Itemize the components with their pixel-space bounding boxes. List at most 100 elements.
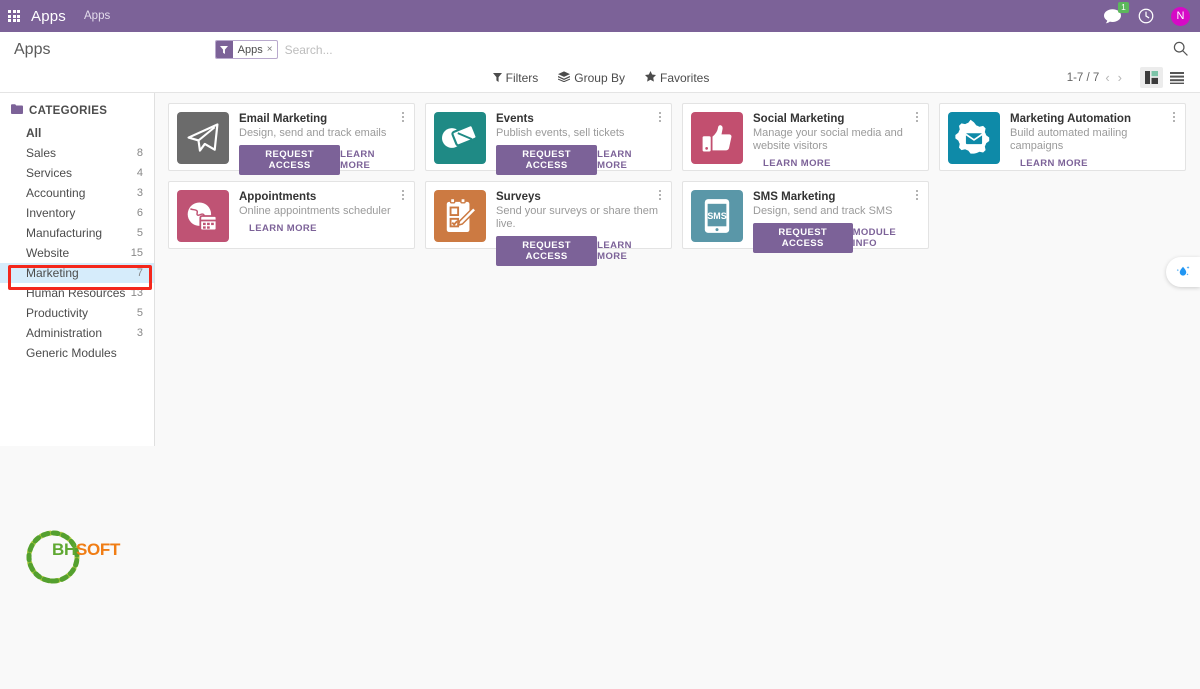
app-card-body: Marketing Automation Build automated mail… xyxy=(1010,112,1177,169)
sidebar-item-inventory[interactable]: Inventory 6 xyxy=(0,203,154,223)
learn-more-link[interactable]: LEARN MORE xyxy=(763,158,835,169)
sidebar-item-sales[interactable]: Sales 8 xyxy=(0,143,154,163)
card-menu-icon[interactable] xyxy=(913,188,921,202)
logo-text-soft: SOFT xyxy=(75,540,121,559)
app-description: Design, send and track SMS xyxy=(753,205,893,217)
folder-icon xyxy=(11,104,23,117)
layers-icon xyxy=(558,70,571,85)
sidebar-item-count: 4 xyxy=(136,167,143,179)
sidebar-item-marketing[interactable]: Marketing 7 xyxy=(0,263,154,283)
app-card[interactable]: Appointments Online appointments schedule… xyxy=(168,181,415,249)
sidebar-item-label: Manufacturing xyxy=(26,226,103,240)
apps-grid-icon[interactable] xyxy=(8,10,20,22)
sidebar-item-label: Website xyxy=(26,246,70,260)
chat-badge: 1 xyxy=(1118,2,1129,13)
sidebar-item-count: 13 xyxy=(130,287,143,299)
list-view-icon[interactable] xyxy=(1165,67,1188,88)
app-card[interactable]: SMS SMS Marketing Design, send and track S… xyxy=(682,181,929,253)
search-input[interactable] xyxy=(277,40,815,59)
clock-icon[interactable] xyxy=(1137,7,1155,25)
navbar-menu-apps[interactable]: Apps xyxy=(84,10,110,22)
close-icon[interactable]: × xyxy=(267,44,277,55)
svg-text:SMS: SMS xyxy=(707,211,726,221)
app-description: Build automated mailing campaigns xyxy=(1010,127,1128,152)
globe-calendar-icon xyxy=(177,190,229,242)
card-menu-icon[interactable] xyxy=(1170,110,1178,124)
chat-icon[interactable]: 1 xyxy=(1103,2,1129,25)
sidebar-item-productivity[interactable]: Productivity 5 xyxy=(0,303,154,323)
avatar[interactable]: N xyxy=(1171,6,1190,26)
app-name: Email Marketing xyxy=(239,113,328,125)
card-menu-icon[interactable] xyxy=(399,188,407,202)
app-name: Surveys xyxy=(496,191,541,203)
request-access-button[interactable]: REQUEST ACCESS xyxy=(496,236,598,266)
kanban-view-icon[interactable] xyxy=(1140,67,1163,88)
app-card-actions: LEARN MORE xyxy=(1010,158,1177,169)
app-card[interactable]: Events Publish events, sell tickets REQUES… xyxy=(425,103,672,175)
star-icon xyxy=(645,70,656,85)
search-facet-label: Apps xyxy=(237,43,263,56)
sidebar-item-count: 15 xyxy=(130,247,143,259)
categories-sidebar: CATEGORIES All Sales 8 Services 4 Accounting 3… xyxy=(0,93,155,446)
card-menu-icon[interactable] xyxy=(399,110,407,124)
search-icon[interactable] xyxy=(1173,41,1188,59)
app-card[interactable]: Marketing Automation Build automated mail… xyxy=(939,103,1186,171)
request-access-button[interactable]: REQUEST ACCESS xyxy=(496,145,598,175)
learn-more-link[interactable]: LEARN MORE xyxy=(597,240,663,262)
learn-more-link[interactable]: LEARN MORE xyxy=(1020,158,1092,169)
learn-more-link[interactable]: LEARN MORE xyxy=(597,149,663,171)
pager-value: 1-7 / 7 xyxy=(1066,71,1100,84)
favorites-button[interactable]: Favorites xyxy=(645,70,709,85)
sidebar-item-website[interactable]: Website 15 xyxy=(0,243,154,263)
request-access-button[interactable]: REQUEST ACCESS xyxy=(239,145,341,175)
filter-funnel-icon xyxy=(215,41,233,58)
sidebar-item-human-resources[interactable]: Human Resources 13 xyxy=(0,283,154,303)
filters-button[interactable]: Filters xyxy=(492,70,539,85)
card-menu-icon[interactable] xyxy=(656,110,664,124)
app-card-body: Email Marketing Design, send and track em… xyxy=(239,112,406,175)
learn-more-link[interactable]: LEARN MORE xyxy=(340,149,406,171)
view-switcher xyxy=(1140,67,1188,88)
request-access-button[interactable]: REQUEST ACCESS xyxy=(753,223,853,253)
app-card-actions: LEARN MORE xyxy=(753,158,920,169)
sidebar-item-label: Services xyxy=(26,166,73,180)
sidebar-item-label: Accounting xyxy=(26,186,86,200)
app-name: Events xyxy=(496,113,534,125)
app-card-body: Events Publish events, sell tickets REQUES… xyxy=(496,112,663,175)
sidebar-item-accounting[interactable]: Accounting 3 xyxy=(0,183,154,203)
app-name: Appointments xyxy=(239,191,317,203)
categories-header: CATEGORIES xyxy=(0,102,154,123)
page-title: Apps xyxy=(14,40,51,58)
search-facet-apps[interactable]: Apps × xyxy=(214,40,278,59)
app-card-actions: REQUEST ACCESS LEARN MORE xyxy=(496,236,663,266)
card-menu-icon[interactable] xyxy=(656,188,664,202)
sidebar-item-administration[interactable]: Administration 3 xyxy=(0,323,154,343)
sidebar-item-label: Human Resources xyxy=(26,286,126,300)
clipboard-pencil-icon xyxy=(434,190,486,242)
sidebar-item-all[interactable]: All xyxy=(0,123,154,143)
app-card-body: SMS Marketing Design, send and track SMS R… xyxy=(753,190,920,253)
app-card[interactable]: Surveys Send your surveys or share them l… xyxy=(425,181,672,266)
sidebar-item-services[interactable]: Services 4 xyxy=(0,163,154,183)
learn-more-link[interactable]: LEARN MORE xyxy=(249,223,321,234)
app-card[interactable]: Social Marketing Manage your social media… xyxy=(682,103,929,171)
sidebar-item-manufacturing[interactable]: Manufacturing 5 xyxy=(0,223,154,243)
filters-label: Filters xyxy=(505,70,539,85)
module-info-link[interactable]: MODULE INFO xyxy=(853,227,920,249)
group-by-button[interactable]: Group By xyxy=(558,71,625,85)
sidebar-item-label: Administration xyxy=(26,326,103,340)
app-card-actions: REQUEST ACCESS LEARN MORE xyxy=(496,145,663,175)
card-menu-icon[interactable] xyxy=(913,110,921,124)
categories-header-label: CATEGORIES xyxy=(29,104,108,117)
page-content: CATEGORIES All Sales 8 Services 4 Accounting 3… xyxy=(0,93,1200,689)
chevron-right-icon[interactable]: › xyxy=(1116,70,1124,85)
sidebar-item-label: Sales xyxy=(26,146,57,160)
app-card[interactable]: Email Marketing Design, send and track em… xyxy=(168,103,415,175)
water-drop-sparkle-icon[interactable] xyxy=(1166,257,1200,287)
sidebar-item-generic-modules[interactable]: Generic Modules xyxy=(0,343,154,363)
navbar-brand[interactable]: Apps xyxy=(31,8,66,25)
chevron-left-icon[interactable]: ‹ xyxy=(1103,70,1111,85)
categories-list: All Sales 8 Services 4 Accounting 3 Inventory 6 M… xyxy=(0,123,154,363)
app-description: Manage your social media and website vis… xyxy=(753,127,903,152)
sidebar-item-count: 5 xyxy=(136,307,143,319)
